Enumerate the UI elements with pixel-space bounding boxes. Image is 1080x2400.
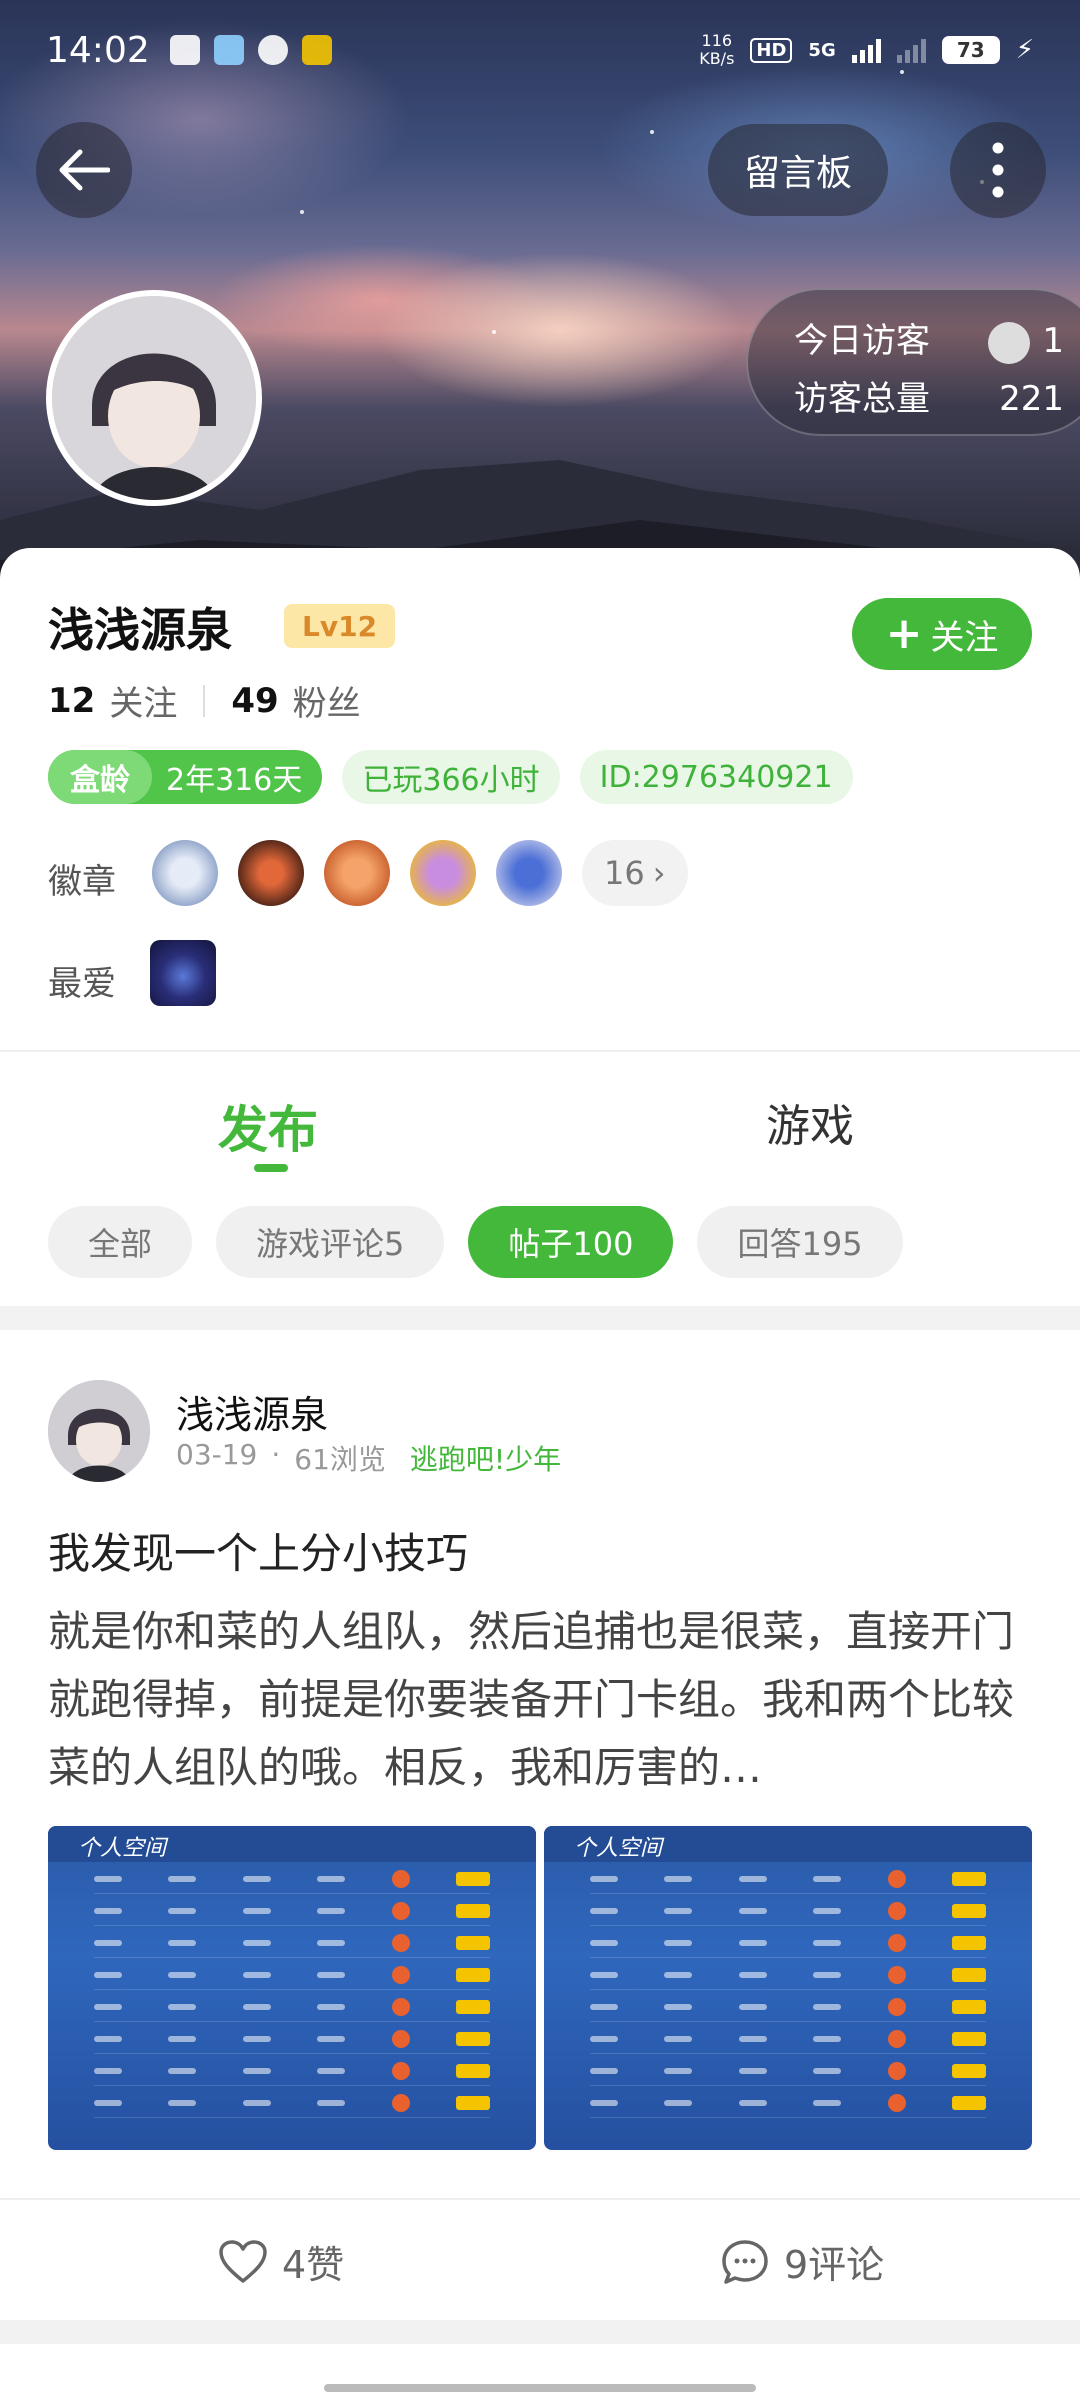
post-title[interactable]: 我发现一个上分小技巧 [48, 1520, 468, 1581]
following-count[interactable]: 12 [48, 681, 95, 721]
post-body[interactable]: 就是你和菜的人组队，然后追捕也是很菜，直接开门就跑得掉，前提是你要装备开门卡组。… [48, 1598, 1032, 1802]
kuaishou-notification-icon [301, 35, 332, 65]
profile-tags: 盒龄 2年316天 已玩366小时 ID:2976340921 [48, 750, 853, 804]
rank-1-badge-icon[interactable] [152, 840, 218, 906]
divider [0, 2198, 1080, 2200]
home-indicator[interactable] [324, 2384, 756, 2392]
image-header-text: 个人空间 [48, 1826, 536, 1862]
message-notification-icon [257, 35, 288, 65]
back-button[interactable] [36, 122, 132, 218]
visitors-total-value: 221 [999, 379, 1064, 419]
badge-list[interactable]: 16 › [152, 840, 688, 906]
fans-label[interactable]: 粉丝 [293, 676, 361, 725]
heart-icon [219, 2239, 267, 2283]
app-notification-icon [169, 35, 200, 65]
badges-label: 徽章 [48, 862, 116, 902]
status-bar: 14:02 116 KB/s HD 5G 73 ⚡ [0, 0, 1080, 100]
post-author-avatar[interactable] [48, 1380, 150, 1482]
like-button[interactable]: 4赞 [218, 2234, 344, 2289]
profile-name: 浅浅源泉 [48, 603, 232, 657]
follow-button-label: 关注 [930, 617, 999, 658]
played-hours-tag: 已玩366小时 [342, 750, 560, 804]
account-age-label: 盒龄 [48, 750, 152, 804]
heart-shield-badge-icon[interactable] [496, 840, 562, 906]
chevron-right-icon: › [652, 854, 666, 892]
visitor-stats[interactable]: 今日访客 1 访客总量 221 [746, 288, 1080, 436]
signal-2-icon [896, 37, 926, 63]
post-image-2[interactable]: 个人空间 [544, 1826, 1032, 2150]
like-count: 4赞 [282, 2243, 345, 2287]
filter-posts[interactable]: 帖子100 [468, 1206, 674, 1278]
meta-dot: · [271, 1438, 281, 1471]
signal-icon [851, 37, 881, 63]
profile-card: 浅浅源泉 Lv12 + 关注 12 关注 49 粉丝 盒龄 2年316天 已玩3… [0, 548, 1080, 1048]
avatar-image [52, 296, 256, 500]
hd-icon: HD [750, 37, 793, 63]
account-age-tag: 盒龄 2年316天 [48, 750, 323, 804]
visitors-today-label: 今日访客 [794, 321, 930, 361]
filter-game-reviews[interactable]: 游戏评论5 [216, 1206, 445, 1278]
post-image-1[interactable]: 个人空间 [48, 1826, 536, 2150]
post-game-link[interactable]: 逃跑吧!少年 [410, 1438, 561, 1478]
guestbook-button[interactable]: 留言板 [708, 124, 888, 216]
charging-icon: ⚡ [1015, 35, 1034, 65]
battery-icon: 73 [941, 36, 1000, 64]
arrow-left-icon [59, 149, 110, 191]
comment-count: 9评论 [784, 2243, 885, 2287]
active-tab-indicator [254, 1164, 288, 1172]
following-label[interactable]: 关注 [109, 676, 177, 725]
star-medal-badge-icon[interactable] [324, 840, 390, 906]
user-id-tag[interactable]: ID:2976340921 [579, 750, 853, 804]
filter-chips: 全部 游戏评论5 帖子100 回答195 [48, 1206, 903, 1278]
follow-counts: 12 关注 49 粉丝 [48, 676, 361, 725]
network-speed: 116 KB/s [699, 31, 735, 68]
network-type: 5G [808, 39, 836, 61]
section-separator [0, 2320, 1080, 2344]
image-header-text: 个人空间 [544, 1826, 1032, 1862]
more-vertical-icon [992, 142, 1004, 198]
more-badges-button[interactable]: 16 › [582, 840, 688, 906]
visitor-avatar [988, 321, 1031, 364]
comment-bubble-icon [722, 2239, 768, 2284]
tab-games[interactable]: 游戏 [766, 1090, 854, 1154]
post-views: 61浏览 [294, 1443, 386, 1476]
tab-posts[interactable]: 发布 [218, 1090, 318, 1162]
profile-avatar[interactable] [46, 290, 262, 506]
browser-notification-icon [213, 35, 244, 65]
favorites-label: 最爱 [48, 964, 116, 1004]
winged-badge-icon[interactable] [410, 840, 476, 906]
avatar-image [48, 1380, 150, 1482]
more-button[interactable] [950, 122, 1046, 218]
account-age-value: 2年316天 [166, 763, 303, 798]
plus-icon: + [885, 608, 923, 659]
filter-answers[interactable]: 回答195 [697, 1206, 903, 1278]
fans-count[interactable]: 49 [231, 681, 278, 721]
visitors-total-label: 访客总量 [794, 379, 930, 419]
level-badge: Lv12 [284, 604, 396, 648]
status-time: 14:02 [46, 29, 150, 71]
follow-button[interactable]: + 关注 [852, 598, 1032, 670]
divider [203, 684, 206, 717]
visitors-today-value: 1 [1042, 321, 1064, 361]
filter-all[interactable]: 全部 [48, 1206, 193, 1278]
post-date: 03-19 [176, 1438, 258, 1471]
triangle-badge-icon[interactable] [238, 840, 304, 906]
post-meta: 03-19 · 61浏览 逃跑吧!少年 [176, 1438, 561, 1478]
badge-count: 16 [604, 854, 645, 892]
comment-button[interactable]: 9评论 [720, 2234, 884, 2289]
post-author-name[interactable]: 浅浅源泉 [176, 1384, 328, 1439]
section-separator [0, 1306, 1080, 1330]
divider [0, 1050, 1080, 1052]
favorite-game-icon[interactable] [150, 940, 216, 1006]
